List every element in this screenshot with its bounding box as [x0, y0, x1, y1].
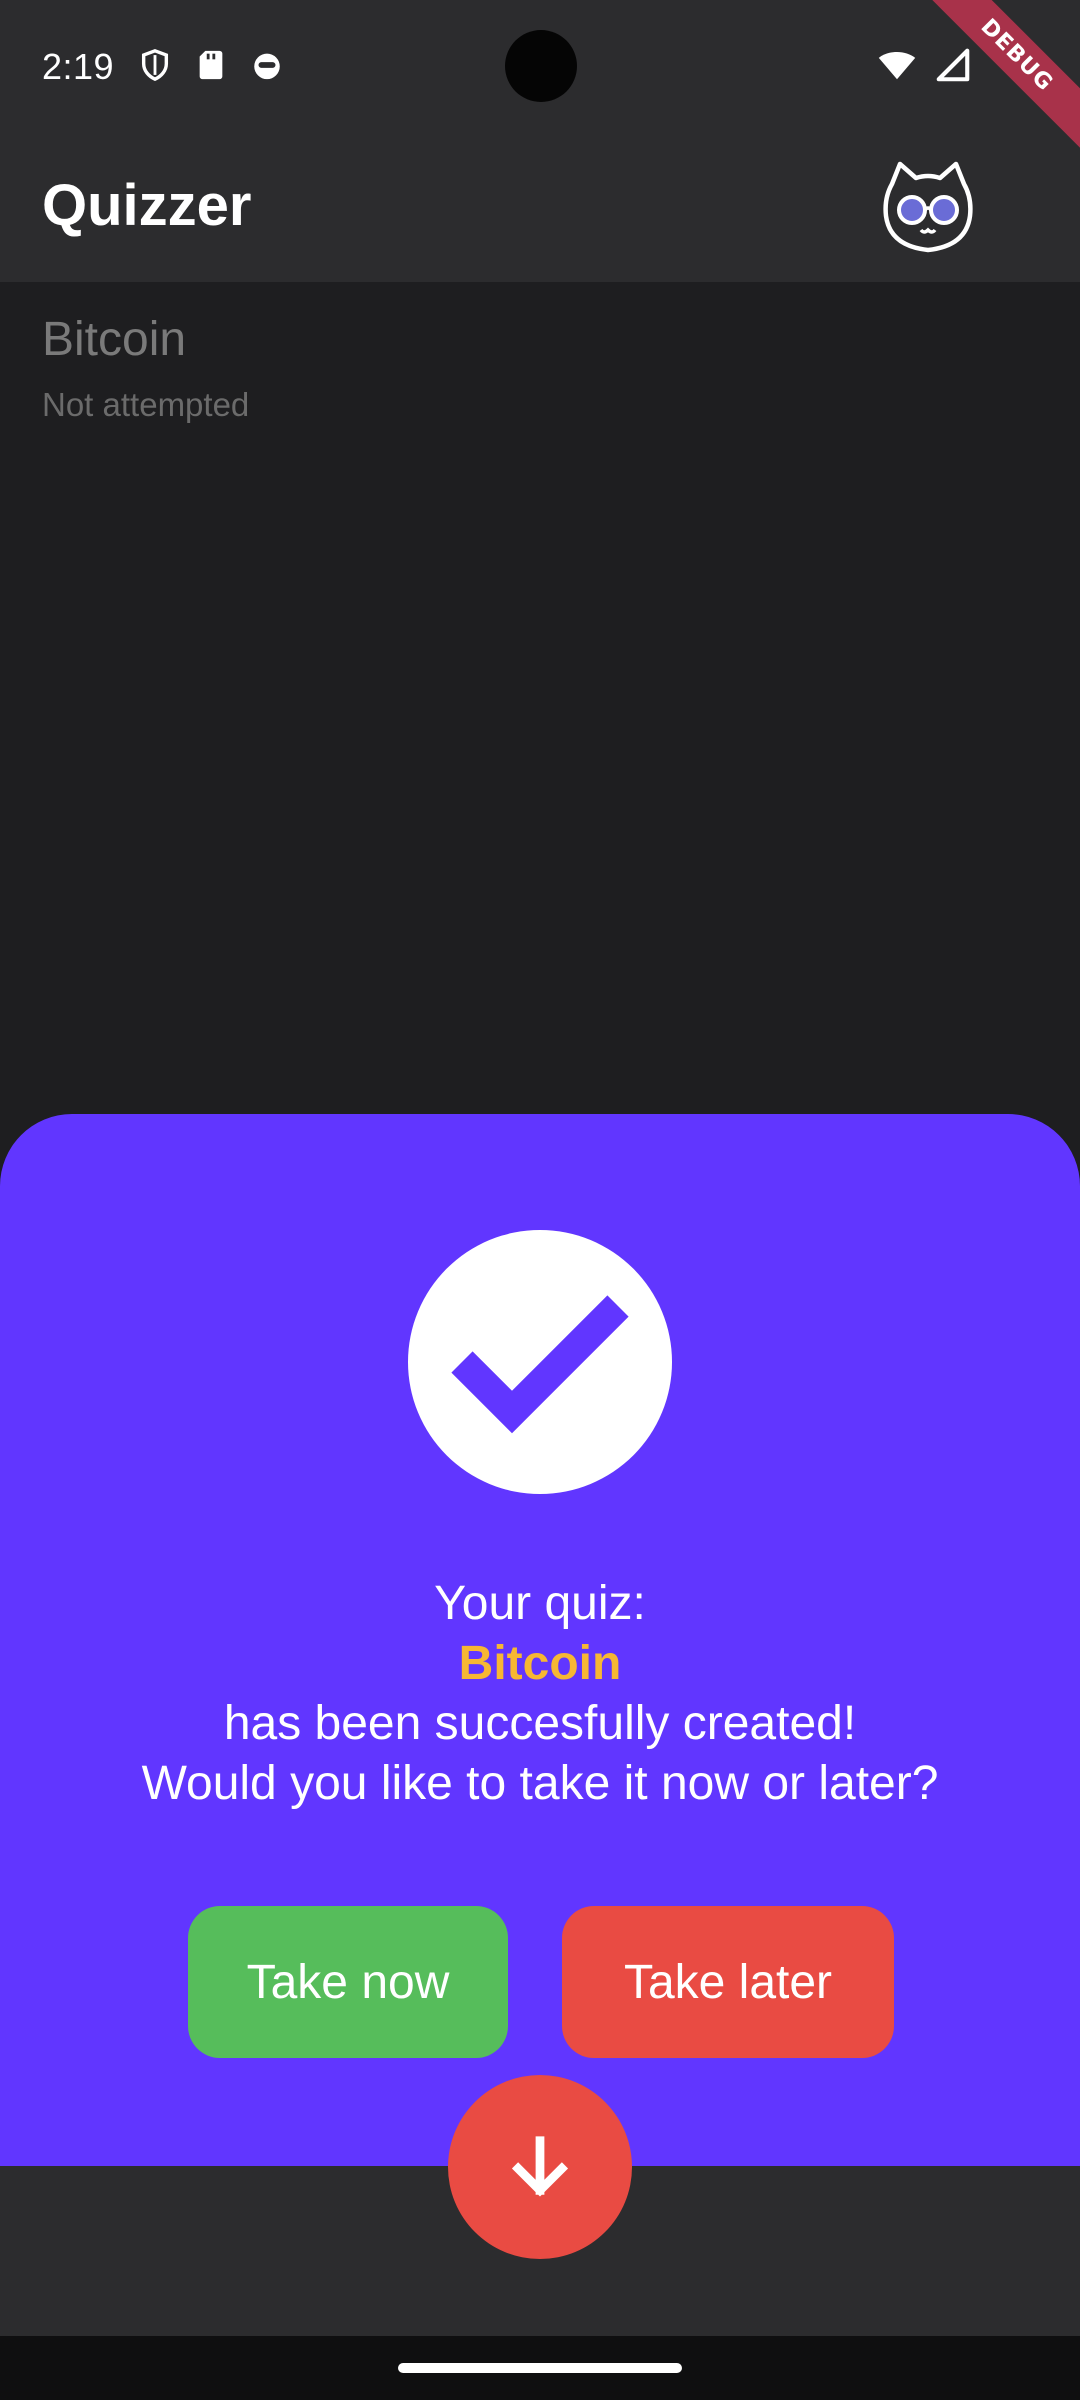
- cat-face-icon: [254, 53, 280, 80]
- arrow-down-icon: [511, 2136, 569, 2197]
- quiz-item-title: Bitcoin: [42, 313, 187, 366]
- system-nav-area: [0, 2336, 1080, 2400]
- app-title: Quizzer: [42, 173, 252, 238]
- owl-cat-glasses-icon[interactable]: [878, 158, 978, 258]
- success-badge: [408, 1230, 672, 1494]
- quiz-created-sheet: Your quiz: Bitcoin has been succesfully …: [0, 1114, 1080, 2166]
- sd-card-icon: [199, 50, 223, 80]
- success-message: Your quiz: Bitcoin has been succesfully …: [0, 1574, 1080, 1814]
- status-time: 2:19: [42, 46, 115, 87]
- quiz-list-item[interactable]: Bitcoin Not attempted: [0, 282, 1080, 432]
- quiz-item-status: Not attempted: [42, 386, 250, 423]
- quiz-name-highlight: Bitcoin: [458, 1637, 622, 1690]
- status-left-icons: [138, 48, 284, 82]
- shield-icon: [141, 49, 169, 82]
- gesture-nav-handle[interactable]: [398, 2363, 682, 2373]
- dismiss-fab[interactable]: [448, 2075, 632, 2259]
- cell-signal-icon: [936, 48, 970, 82]
- check-icon: [451, 1295, 629, 1434]
- message-line-3: has been succesfully created!: [223, 1697, 857, 1750]
- camera-cutout: [505, 30, 577, 102]
- take-now-button[interactable]: Take now: [188, 1906, 508, 2058]
- wifi-icon: [878, 51, 916, 80]
- message-line-1: Your quiz:: [434, 1577, 646, 1630]
- status-bar: 2:19: [0, 0, 1080, 134]
- take-later-button[interactable]: Take later: [562, 1906, 894, 2058]
- app-bar: Quizzer: [0, 134, 1080, 282]
- message-line-4: Would you like to take it now or later?: [141, 1757, 939, 1810]
- status-right-icons: [878, 46, 972, 84]
